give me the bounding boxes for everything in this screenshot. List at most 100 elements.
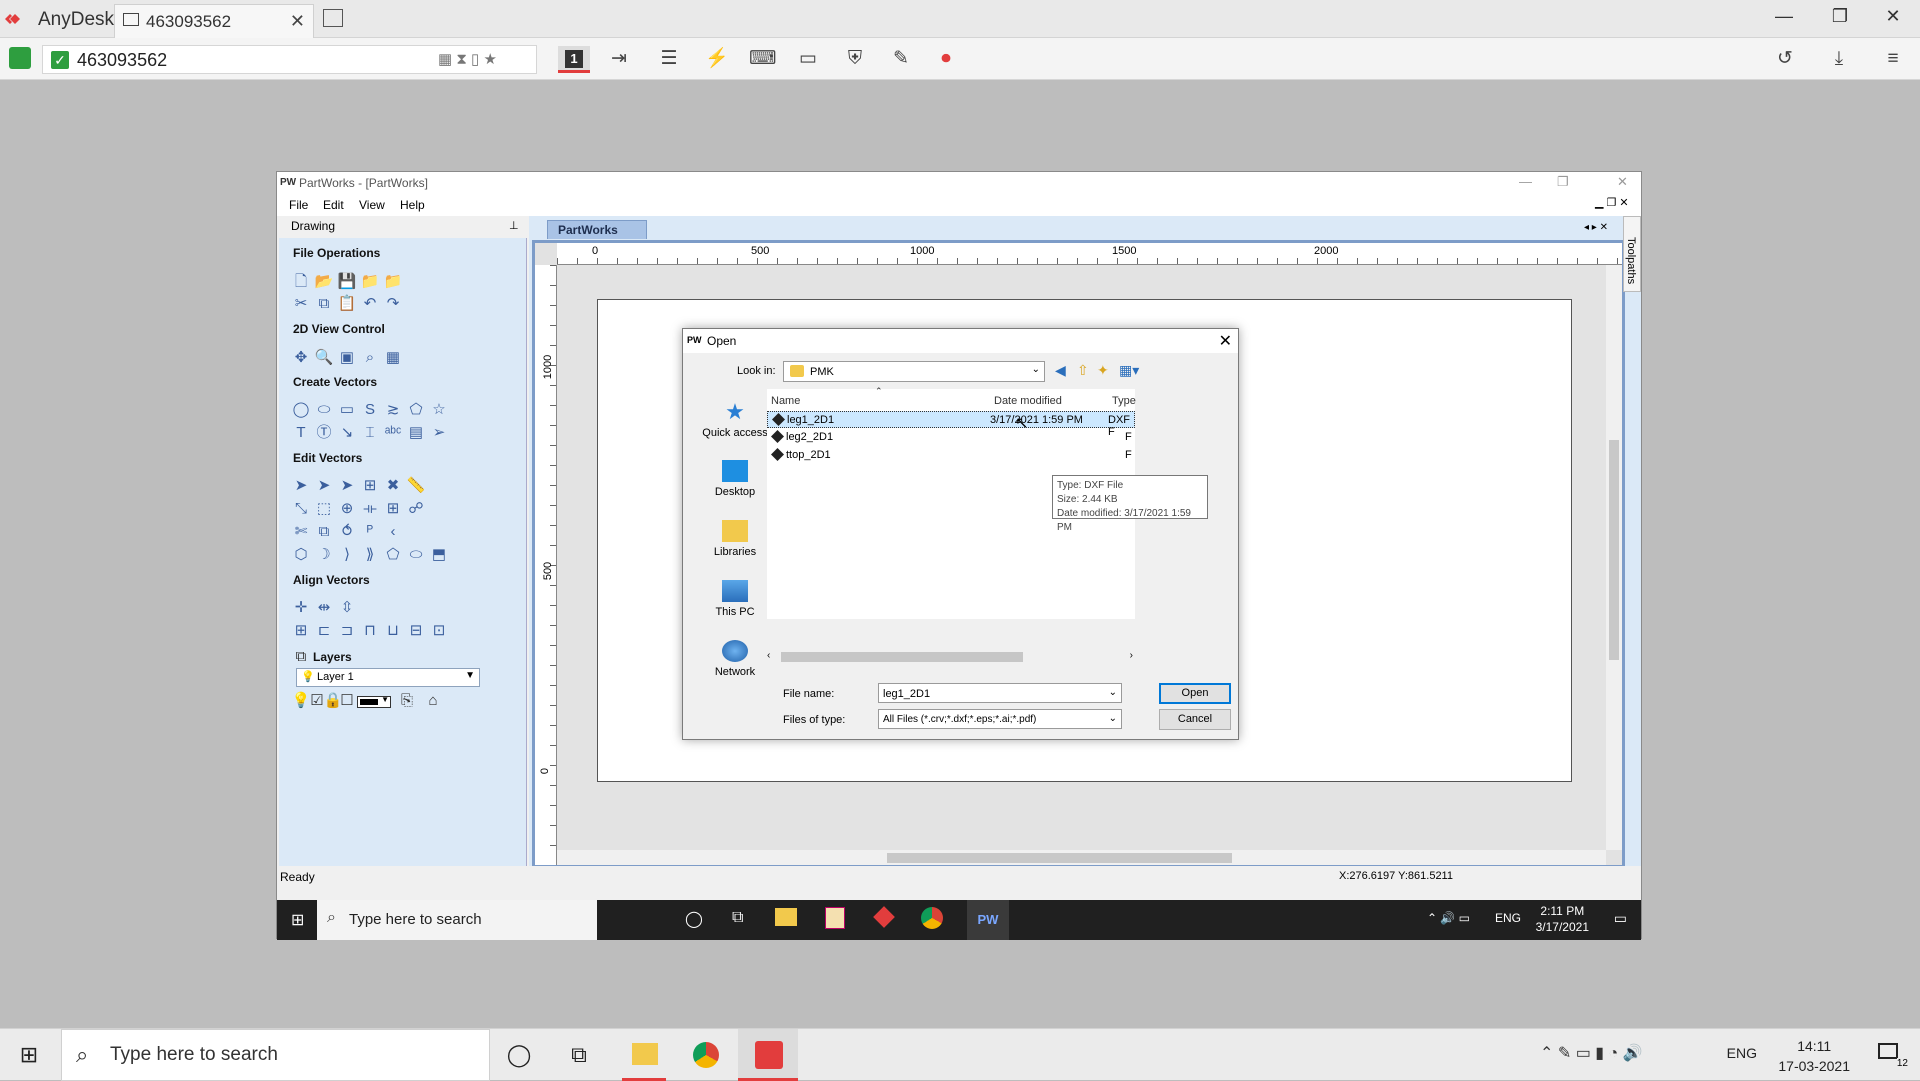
new-folder-icon[interactable]: ✦ — [1097, 362, 1109, 379]
pin-icon[interactable]: ⊥ — [509, 219, 519, 232]
look-in-dropdown[interactable]: PMK ⌄ — [783, 361, 1045, 382]
monitor-select-button[interactable]: 1 — [558, 46, 590, 73]
redo-icon[interactable]: ↷ — [383, 294, 403, 314]
tab-scroll-icons[interactable]: ◂ ▸ ✕ — [1584, 222, 1608, 233]
distribute-v-icon[interactable]: ⊡ — [429, 621, 449, 641]
join-icon[interactable]: ☍ — [406, 499, 426, 519]
node-edit-icon[interactable]: ➤ — [314, 476, 334, 496]
horizontal-scroll-thumb[interactable] — [887, 853, 1232, 863]
align-left-icon[interactable]: ⊏ — [314, 621, 334, 641]
mdi-controls-icons[interactable]: ▁ ❐ ✕ — [1595, 196, 1629, 209]
pw-minimize-icon[interactable]: — — [1519, 174, 1532, 189]
rectangle-icon[interactable]: ▭ — [337, 400, 357, 420]
column-name[interactable]: Name — [771, 395, 800, 407]
connection-status-icon[interactable] — [9, 47, 31, 69]
open-file-icon[interactable]: 📂 — [314, 272, 334, 292]
menu-edit[interactable]: Edit — [323, 198, 344, 212]
fillet-icon[interactable]: ⥀ — [337, 522, 357, 542]
arc-icon[interactable]: ≳ — [383, 400, 403, 420]
file-row[interactable]: leg1_2D1 3/17/2021 1:59 PM DXF F — [767, 411, 1135, 438]
menu-file[interactable]: File — [289, 198, 308, 212]
column-date-modified[interactable]: Date modified — [994, 395, 1062, 407]
app-icon[interactable] — [825, 907, 845, 929]
address-field[interactable]: ✓ 463093562 ▦ ⧗ ▯ ★ — [42, 45, 537, 74]
view-menu-icon[interactable]: ▦▾ — [1119, 362, 1139, 379]
column-type[interactable]: Type — [1112, 395, 1136, 407]
horizontal-scrollbar[interactable] — [557, 850, 1606, 865]
text-box-icon[interactable]: Ⓣ — [314, 423, 334, 443]
text-on-curve-icon[interactable]: ↘ — [337, 423, 357, 443]
corner-icon[interactable]: ‹ — [383, 522, 403, 542]
import-icon[interactable]: 📁 — [360, 272, 380, 292]
cut-icon[interactable]: ✂ — [291, 294, 311, 314]
file-row[interactable]: leg2_2D1 F — [767, 429, 1135, 446]
anydesk-taskbar-icon[interactable] — [873, 906, 895, 928]
document-tab[interactable]: PartWorks — [547, 220, 647, 239]
new-tab-icon[interactable] — [323, 9, 343, 27]
file-name-input[interactable]: leg1_2D1 ⌄ — [878, 683, 1122, 703]
keyboard-icon[interactable]: ⌨ — [749, 46, 776, 72]
file-list[interactable]: Name ⌃ Date modified Type leg1_2D1 3/17/… — [767, 386, 1208, 619]
mirror-icon[interactable]: ⟛ — [360, 499, 380, 519]
file-row[interactable]: ttop_2D1 F — [767, 447, 1135, 464]
back-icon[interactable]: ◀ — [1055, 362, 1066, 379]
export-icon[interactable]: 📁 — [383, 272, 403, 292]
pan-icon[interactable]: ✥ — [291, 348, 311, 368]
align-page-center-icon[interactable]: ⊞ — [291, 621, 311, 641]
size-icon[interactable]: ⬚ — [314, 499, 334, 519]
menu-view[interactable]: View — [359, 198, 385, 212]
pw-close-icon[interactable]: ✕ — [1617, 174, 1628, 190]
vertical-scroll-thumb[interactable] — [1609, 440, 1619, 660]
distribute-h-icon[interactable]: ⊟ — [406, 621, 426, 641]
array-icon[interactable]: ▤ — [406, 423, 426, 443]
align-bottom-icon[interactable]: ⊔ — [383, 621, 403, 641]
download-icon[interactable]: ⤓ — [1826, 46, 1852, 72]
scale-icon[interactable]: ⤡ — [291, 499, 311, 519]
align-right-icon[interactable]: ⊐ — [337, 621, 357, 641]
zoom-window-icon[interactable]: ⌕ — [360, 348, 380, 368]
minimize-icon[interactable]: — — [1764, 6, 1804, 27]
windows-start-icon[interactable]: ⊞ — [12, 1039, 46, 1073]
star-icon[interactable]: ☆ — [429, 400, 449, 420]
paste-icon[interactable]: 📋 — [337, 294, 357, 314]
chrome-icon[interactable] — [921, 907, 943, 929]
save-icon[interactable]: 💾 — [337, 272, 357, 292]
actions-lightning-icon[interactable]: ⚡ — [704, 46, 730, 72]
layer-properties-icon[interactable]: ⎘ — [397, 691, 417, 711]
close-vector-icon[interactable]: ⟫ — [360, 545, 380, 565]
layer-color-picker[interactable]: ▼ — [357, 695, 391, 708]
partworks-taskbar-icon[interactable]: PW — [967, 900, 1009, 940]
vertical-scrollbar[interactable] — [1606, 265, 1622, 850]
measure-icon[interactable]: 📏 — [406, 476, 426, 496]
copy-icon[interactable]: ⧉ — [314, 294, 334, 314]
zoom-icon[interactable]: 🔍 — [314, 348, 334, 368]
ellipse-icon[interactable]: ⬭ — [314, 400, 334, 420]
permissions-shield-icon[interactable]: ⛨ — [842, 46, 868, 72]
group-icon[interactable]: ⊞ — [383, 499, 403, 519]
whiteboard-pen-icon[interactable]: ✎ — [888, 46, 914, 72]
chevron-down-icon[interactable]: ⌄ — [1109, 687, 1117, 698]
cancel-button[interactable]: Cancel — [1159, 709, 1231, 730]
select-icon[interactable]: ➤ — [291, 476, 311, 496]
interactive-select-icon[interactable]: ➤ — [337, 476, 357, 496]
up-folder-icon[interactable]: ⇧ — [1077, 362, 1089, 379]
offset-icon[interactable]: ᴾ — [360, 522, 380, 542]
align-horizontal-icon[interactable]: ⇹ — [314, 598, 334, 618]
remote-language[interactable]: ENG — [1495, 911, 1521, 925]
host-search-box[interactable]: ⌕ Type here to search — [61, 1029, 490, 1081]
file-type-dropdown[interactable]: All Files (*.crv;*.dxf;*.eps;*.ai;*.pdf)… — [878, 709, 1122, 729]
align-top-icon[interactable]: ⊓ — [360, 621, 380, 641]
anydesk-taskbar-button[interactable] — [738, 1029, 798, 1081]
tray-icons[interactable]: ⌃ ✎ ▭ ▮ ◔ 🔊 — [1540, 1043, 1643, 1063]
place-quick-access[interactable]: ★ Quick access — [693, 401, 777, 440]
remote-notifications-icon[interactable]: ▭ — [1614, 910, 1627, 927]
menu-icon[interactable]: ≡ — [1880, 46, 1906, 72]
rotate-icon[interactable]: ⊕ — [337, 499, 357, 519]
zoom-sheet-icon[interactable]: ▦ — [383, 348, 403, 368]
close-window-icon[interactable]: ✕ — [1873, 6, 1913, 27]
place-this-pc[interactable]: This PC — [693, 580, 777, 618]
polyline-icon[interactable]: S — [360, 400, 380, 420]
new-file-icon[interactable]: 🗋 — [291, 272, 311, 292]
toolpaths-side-tab[interactable]: Toolpaths — [1623, 216, 1641, 292]
session-tab[interactable]: 463093562 ✕ — [114, 4, 314, 38]
